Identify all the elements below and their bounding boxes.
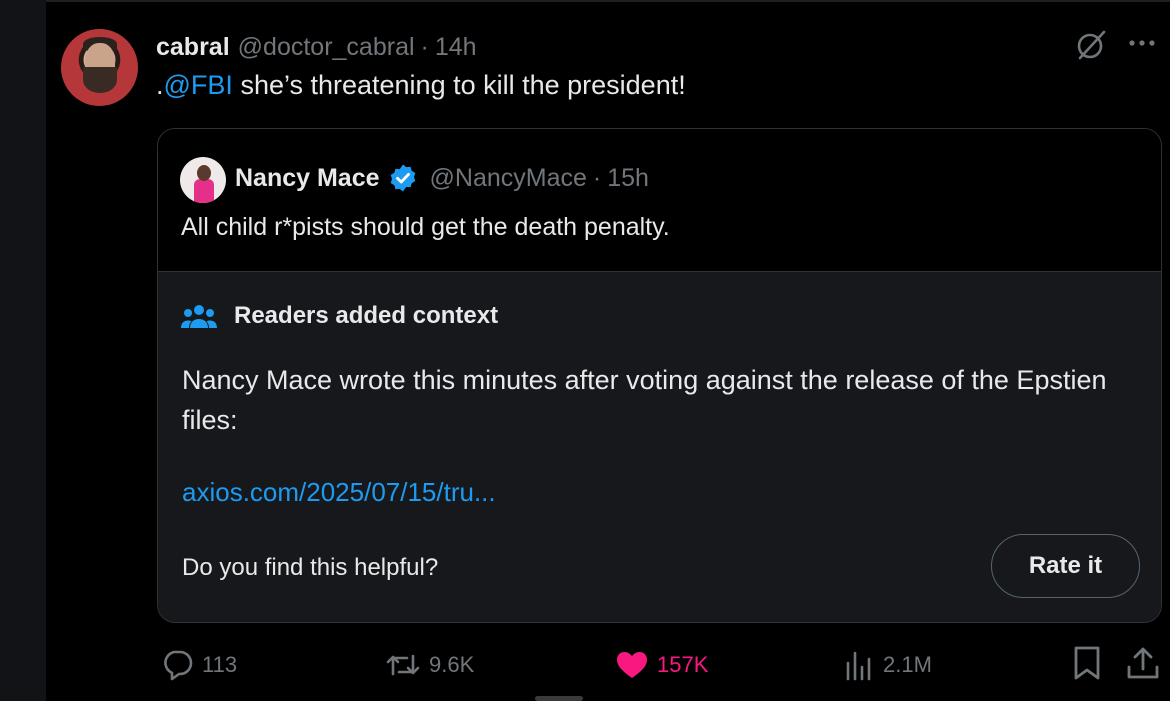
context-title: Readers added context [234, 302, 499, 329]
rate-it-button[interactable]: Rate it [991, 534, 1140, 598]
tweet-header: cabral @doctor_cabral · 14h [156, 30, 477, 64]
reply-count: 113 [202, 652, 238, 677]
quoted-tweet[interactable]: Nancy Mace @NancyMace · 15h All child r*… [157, 128, 1162, 623]
home-indicator [535, 696, 583, 701]
quoted-tweet-text: All child r*pists should get the death p… [181, 213, 670, 241]
mention-link[interactable]: @FBI [164, 70, 233, 100]
bookmark-icon[interactable] [1072, 645, 1102, 681]
repost-count: 9.6K [429, 652, 475, 677]
quoted-author-name[interactable]: Nancy Mace [235, 164, 380, 193]
repost-icon [386, 654, 420, 676]
author-name[interactable]: cabral [156, 33, 230, 62]
repost-button[interactable]: 9.6K [385, 648, 474, 682]
author-avatar[interactable] [61, 29, 138, 106]
views-icon [846, 651, 871, 681]
left-gutter [0, 0, 46, 701]
like-button[interactable]: 157K [615, 648, 708, 682]
context-link[interactable]: axios.com/2025/07/15/tru... [182, 477, 496, 508]
helpful-question: Do you find this helpful? [182, 554, 439, 581]
author-handle[interactable]: @doctor_cabral [238, 33, 415, 62]
tweet-text-body: she’s threatening to kill the president! [232, 70, 686, 100]
tweet-text-prefix: . [156, 70, 164, 100]
grok-icon[interactable] [1074, 28, 1108, 62]
quoted-author-handle[interactable]: @NancyMace [430, 164, 587, 193]
tweet-text: .@FBI she’s threatening to kill the pres… [156, 70, 686, 101]
quoted-tweet-header: Nancy Mace @NancyMace · 15h [235, 161, 649, 195]
quoted-author-avatar[interactable] [180, 157, 226, 203]
reply-button[interactable]: 113 [160, 648, 237, 682]
tweet-time[interactable]: 14h [435, 33, 477, 62]
quoted-header-separator: · [592, 163, 602, 192]
views-button[interactable]: 2.1M [845, 648, 932, 682]
views-count: 2.1M [883, 652, 932, 677]
more-icon[interactable] [1124, 28, 1160, 58]
like-count: 157K [657, 652, 709, 677]
people-icon [181, 305, 217, 328]
top-divider [46, 0, 1170, 2]
verified-badge-icon [390, 164, 415, 192]
share-icon[interactable] [1126, 645, 1160, 681]
context-body: Nancy Mace wrote this minutes after voti… [182, 365, 1107, 435]
community-note: Readers added context Nancy Mace wrote t… [158, 271, 1161, 622]
quoted-tweet-content: Nancy Mace @NancyMace · 15h All child r*… [158, 129, 1161, 271]
header-separator: · [420, 32, 429, 61]
quoted-tweet-time[interactable]: 15h [607, 164, 649, 193]
action-bar: 113 9.6K 157K 2.1M [0, 640, 1170, 690]
reply-icon [164, 650, 193, 681]
heart-icon [617, 652, 647, 678]
